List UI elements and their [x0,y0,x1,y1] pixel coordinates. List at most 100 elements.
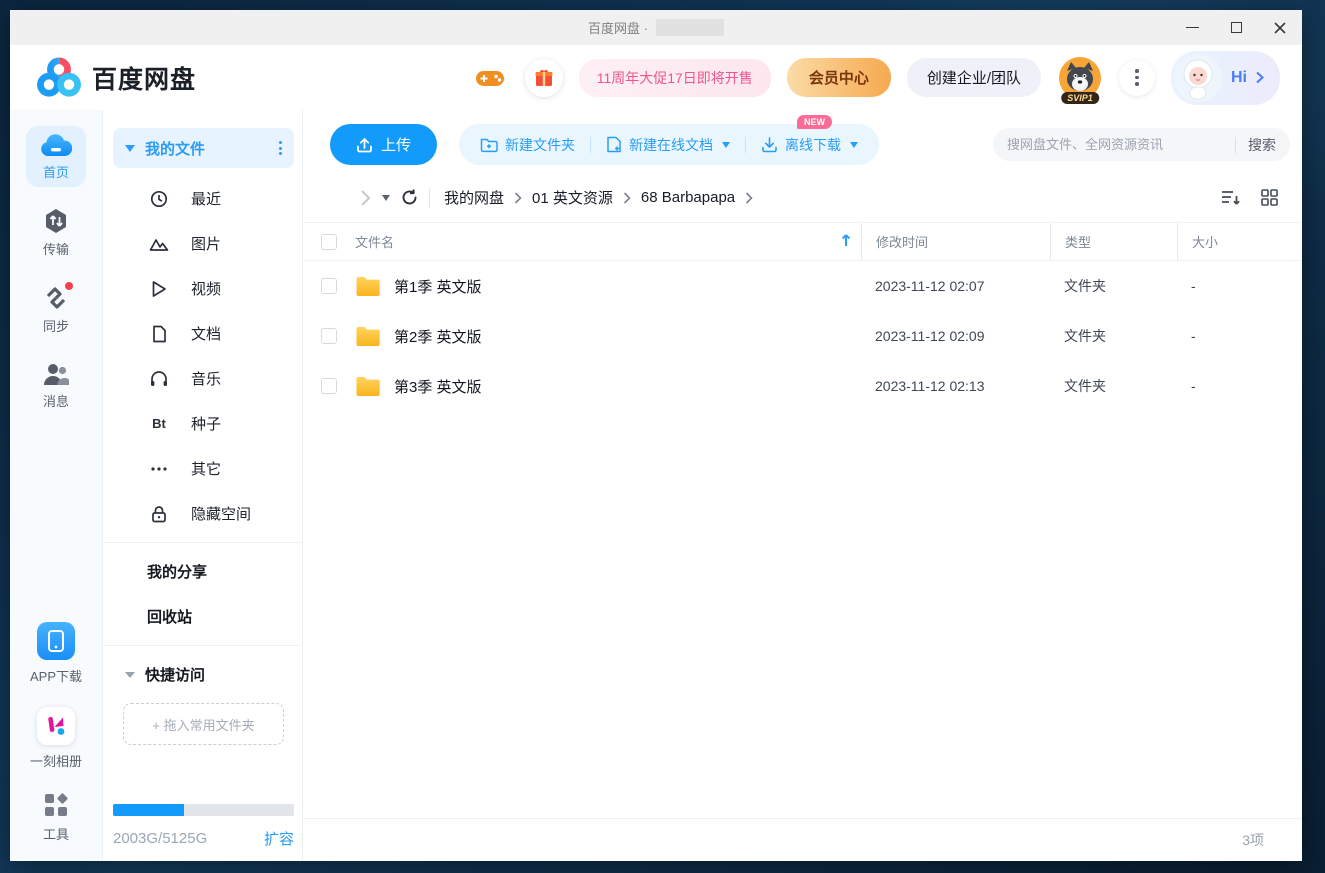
sidebar-item-my-files[interactable]: 我的文件 [113,128,294,168]
sidebar-item-recycle-bin[interactable]: 回收站 [103,594,302,639]
gift-icon [534,68,554,88]
row-checkbox[interactable] [321,378,337,394]
folder-icon [355,276,381,297]
file-name[interactable]: 第3季 英文版 [394,376,482,397]
file-size: - [1177,378,1302,394]
column-header-size[interactable]: 大小 [1178,232,1218,251]
download-icon [761,136,778,153]
rail-item-sync[interactable]: 同步 [26,276,86,341]
rail-item-yike-album[interactable]: 一刻相册 [30,707,82,770]
search-box: 搜索 [993,128,1290,161]
chevron-right-icon [514,192,522,204]
column-header-type[interactable]: 类型 [1051,232,1091,251]
chevron-left-icon [330,189,342,207]
table-row[interactable]: 第2季 英文版 2023-11-12 02:09 文件夹 - [303,311,1302,361]
lock-icon [149,505,169,523]
sidebar-item-pictures[interactable]: 图片 [103,221,302,266]
actions-group: NEW 新建文件夹 新建在线文档 [459,124,879,165]
file-name[interactable]: 第2季 英文版 [394,326,482,347]
table-row[interactable]: 第3季 英文版 2023-11-12 02:13 文件夹 - [303,361,1302,411]
breadcrumb-item[interactable]: 68 Barbapapa [641,189,735,206]
select-all-checkbox[interactable] [321,234,337,250]
grid-view-button[interactable] [1261,189,1278,206]
back-button[interactable] [330,189,342,207]
gift-button[interactable] [525,59,563,97]
folder-icon [355,326,381,347]
close-icon [1273,21,1287,35]
divider [103,645,302,646]
sidebar-item-hidden-space[interactable]: 隐藏空间 [103,491,302,536]
games-button[interactable] [471,59,509,97]
promo-banner[interactable]: 11周年大促17日即将开售 [579,59,771,97]
rail-item-app-download[interactable]: APP下载 [30,622,82,685]
breadcrumb-item[interactable]: 01 英文资源 [532,187,613,208]
more-menu-button[interactable] [1119,60,1155,96]
sidebar-item-recent[interactable]: 最近 [103,176,302,221]
new-badge: NEW [797,115,832,129]
search-input[interactable] [1007,137,1223,152]
sidebar-section-quick-access[interactable]: 快捷访问 [103,652,302,697]
drop-favorite-folder-zone[interactable]: + 拖入常用文件夹 [123,703,284,745]
storage-bar[interactable] [113,804,294,816]
rail-label: 传输 [43,239,69,258]
sort-button[interactable] [1221,190,1241,206]
refresh-button[interactable] [400,188,419,207]
column-header-name[interactable]: 文件名 [355,232,394,251]
row-checkbox[interactable] [321,328,337,344]
grid-icon [1261,189,1278,206]
sidebar-item-music[interactable]: 音乐 [103,356,302,401]
offline-download-button[interactable]: 离线下载 [746,124,873,165]
status-bar: 3项 [303,818,1302,861]
file-name[interactable]: 第1季 英文版 [394,276,482,297]
upload-label: 上传 [381,134,411,155]
user-profile[interactable]: Hi [1171,51,1280,105]
sidebar-item-torrents[interactable]: Bt 种子 [103,401,302,446]
my-files-menu-button[interactable] [279,141,282,155]
rail-item-home[interactable]: 首页 [26,126,86,187]
rail-item-messages[interactable]: 消息 [26,353,86,416]
category-label: 隐藏空间 [191,503,251,524]
create-team-button[interactable]: 创建企业/团队 [907,58,1041,97]
category-label: 种子 [191,413,221,434]
category-label: 音乐 [191,368,221,389]
rail-label: 首页 [43,162,69,181]
search-button[interactable]: 搜索 [1248,135,1276,155]
rail-label: APP下载 [30,666,82,685]
category-label: 文档 [191,323,221,344]
column-header-modified[interactable]: 修改时间 [862,232,928,251]
row-checkbox[interactable] [321,278,337,294]
table-row[interactable]: 第1季 英文版 2023-11-12 02:07 文件夹 - [303,261,1302,311]
maximize-button[interactable] [1214,10,1258,45]
file-size: - [1177,328,1302,344]
sidebar-item-documents[interactable]: 文档 [103,311,302,356]
breadcrumb-item[interactable]: 我的网盘 [444,187,504,208]
file-table: 文件名 修改时间 类型 大小 [303,222,1302,818]
rail-item-tools[interactable]: 工具 [43,792,69,843]
minimize-button[interactable] [1170,10,1214,45]
chevron-right-icon [623,192,631,204]
new-doc-icon [606,136,622,153]
forward-button[interactable] [360,189,372,207]
svip-avatar[interactable]: SVIP1 [1057,55,1103,101]
history-dropdown-button[interactable] [380,195,390,201]
sort-asc-icon[interactable] [841,233,851,250]
app-logo[interactable]: 百度网盘 [36,57,196,99]
chevron-right-icon [745,192,753,204]
close-button[interactable] [1258,10,1302,45]
sidebar-item-other[interactable]: 其它 [103,446,302,491]
app-logo-text: 百度网盘 [92,60,196,96]
rail-item-transfer[interactable]: 传输 [26,199,86,264]
new-folder-button[interactable]: 新建文件夹 [465,124,590,165]
file-modified: 2023-11-12 02:07 [861,278,1050,294]
content: 上传 NEW 新建文件夹 [303,110,1302,861]
folder-icon [355,376,381,397]
sidebar-item-videos[interactable]: 视频 [103,266,302,311]
cloud-home-icon [40,134,72,158]
expand-storage-link[interactable]: 扩容 [264,828,294,849]
ellipsis-icon [149,466,169,472]
play-icon [149,280,169,298]
upload-button[interactable]: 上传 [330,124,437,165]
new-online-doc-button[interactable]: 新建在线文档 [591,124,745,165]
vip-center-button[interactable]: 会员中心 [787,58,891,97]
sidebar-item-my-shares[interactable]: 我的分享 [103,549,302,594]
